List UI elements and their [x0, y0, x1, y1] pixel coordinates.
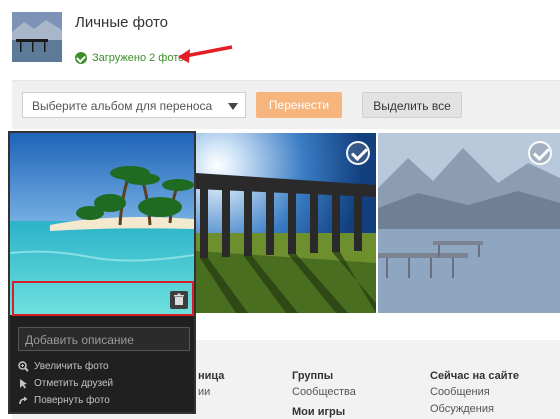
photo-select-check-icon[interactable]	[346, 141, 370, 165]
album-cover-thumbnail[interactable]	[12, 12, 62, 62]
success-check-icon	[75, 52, 87, 64]
zoom-photo-label: Увеличить фото	[34, 360, 109, 372]
footer-my-games-heading: Мои игры	[292, 406, 346, 418]
photo-album-page: Личные фото Загружено 2 фото Выберите ал…	[0, 0, 560, 419]
photo-select-check-icon[interactable]	[528, 141, 552, 165]
upload-status: Загружено 2 фото	[75, 52, 184, 64]
move-button[interactable]: Перенести	[256, 92, 342, 118]
delete-photo-button[interactable]	[170, 291, 188, 309]
photo-lake-dock[interactable]	[378, 133, 560, 313]
footer-groups-heading: Группы	[292, 370, 334, 382]
footer-link-discussions[interactable]: Обсуждения	[430, 403, 494, 415]
album-title: Личные фото	[75, 14, 169, 31]
upload-status-text: Загружено 2 фото	[92, 52, 185, 64]
tag-friends-label: Отметить друзей	[34, 377, 114, 389]
rotate-icon	[19, 396, 28, 404]
trash-icon	[174, 293, 184, 305]
footer-col1-link[interactable]: ии	[198, 386, 210, 398]
zoom-photo-action[interactable]: Увеличить фото	[18, 359, 109, 373]
zoom-in-icon	[18, 360, 29, 372]
photo-toolbar: Выберите альбом для переноса Перенести В…	[12, 81, 560, 129]
rotate-photo-label: Повернуть фото	[34, 394, 110, 406]
chevron-down-icon	[228, 103, 238, 110]
album-select-placeholder: Выберите альбом для переноса	[32, 99, 213, 113]
footer-online-heading: Сейчас на сайте	[430, 370, 519, 382]
description-input[interactable]: Добавить описание	[18, 327, 190, 351]
red-arrow-annotation	[178, 45, 233, 63]
footer-col1-heading: ница	[198, 370, 225, 382]
active-photo-card: Добавить описание Увеличить фото Отметит…	[8, 131, 196, 414]
cursor-icon	[20, 378, 27, 388]
tag-friends-action[interactable]: Отметить друзей	[18, 376, 113, 390]
select-all-button[interactable]: Выделить все	[362, 92, 462, 118]
delete-area-highlight	[12, 281, 194, 316]
rotate-photo-action[interactable]: Повернуть фото	[18, 393, 110, 407]
photo-arches[interactable]	[196, 133, 376, 313]
footer-link-messages[interactable]: Сообщения	[430, 386, 490, 398]
footer-link-communities[interactable]: Сообщества	[292, 386, 356, 398]
album-select-dropdown[interactable]: Выберите альбом для переноса	[22, 92, 246, 118]
